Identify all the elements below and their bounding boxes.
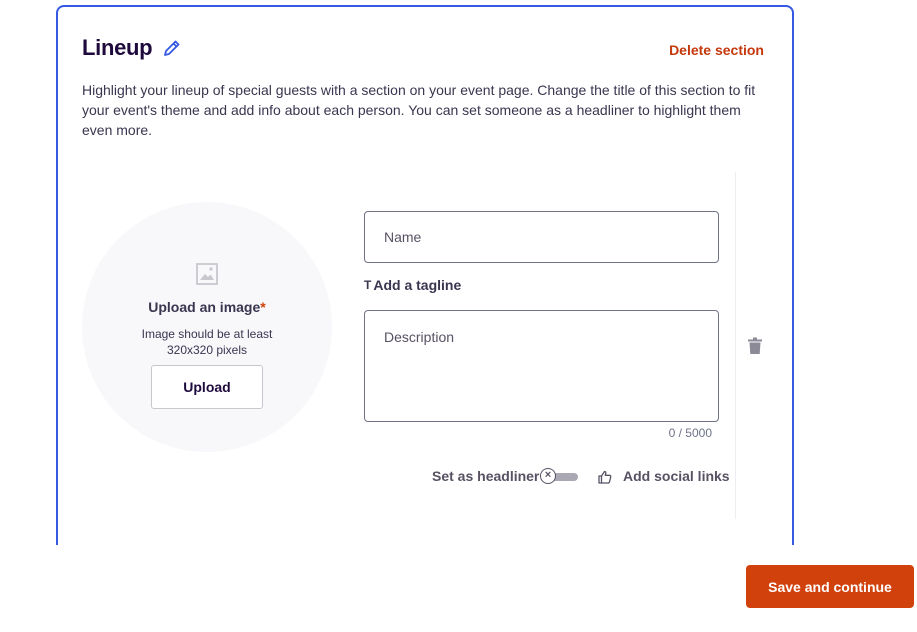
toggle-off-icon: × (540, 468, 556, 484)
required-asterisk: * (260, 299, 266, 315)
text-icon: T (364, 278, 372, 292)
vertical-divider (735, 172, 736, 519)
name-input[interactable] (364, 211, 719, 263)
upload-title-text: Upload an image (148, 299, 261, 315)
add-tagline-link[interactable]: T Add a tagline (364, 277, 461, 293)
char-counter: 0 / 5000 (668, 426, 712, 440)
section-description: Highlight your lineup of special guests … (82, 82, 756, 138)
thumbs-up-icon[interactable] (597, 469, 613, 485)
delete-section-link[interactable]: Delete section (669, 42, 764, 58)
trash-icon[interactable] (747, 337, 763, 355)
upload-title: Upload an image* (82, 299, 332, 315)
headliner-label: Set as headliner (432, 468, 540, 484)
save-and-continue-button[interactable]: Save and continue (746, 565, 914, 608)
add-social-links-link[interactable]: Add social links (623, 468, 730, 484)
section-title: Lineup (82, 35, 153, 60)
upload-hint: Image should be at least 320x320 pixels (141, 327, 273, 357)
description-textarea[interactable] (364, 310, 719, 422)
image-upload-area[interactable]: Upload an image* Image should be at leas… (82, 202, 332, 452)
upload-button[interactable]: Upload (151, 365, 263, 409)
pencil-icon[interactable] (162, 38, 182, 58)
lineup-section-card: Lineup Delete section Highlight your lin… (56, 5, 794, 545)
image-placeholder-icon (196, 263, 218, 285)
headliner-toggle[interactable]: × (540, 467, 580, 487)
add-tagline-label: Add a tagline (373, 277, 462, 293)
